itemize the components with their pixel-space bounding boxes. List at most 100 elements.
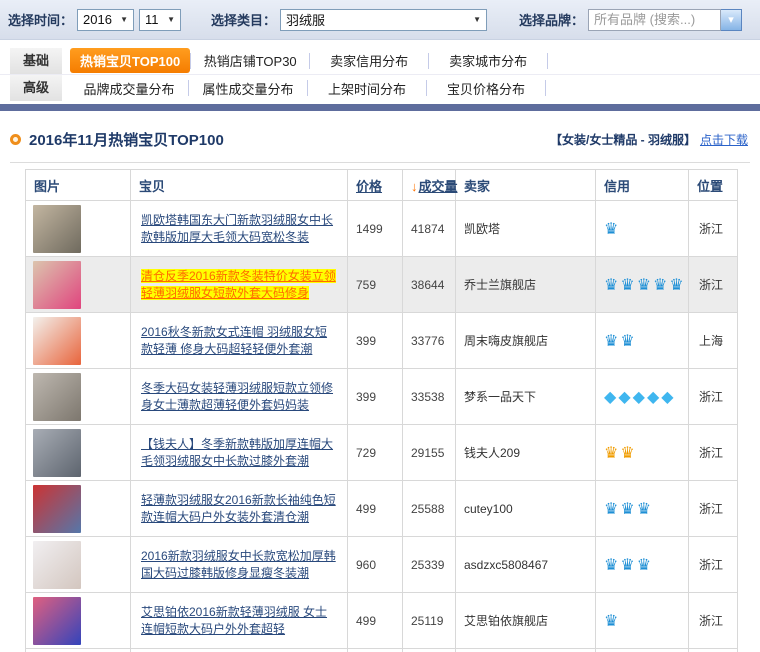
tab-hot-items-top100[interactable]: 热销宝贝TOP100 [70,48,190,73]
month-select[interactable]: 11 ▼ [139,9,181,31]
item-location: 浙江 [699,502,723,516]
sales-sort-link[interactable]: 成交量 [419,179,458,194]
crown-blue-icon: ♛ [620,277,634,294]
credit-cell: ♛♛♛ [596,537,689,593]
col-header-image: 图片 [26,170,131,201]
seller-name: asdzxc5808467 [464,558,548,572]
tab-seller-city-distribution[interactable]: 卖家城市分布 [429,48,547,73]
year-select[interactable]: 2016 ▼ [77,9,134,31]
item-title-link[interactable]: 【钱夫人】冬季新款韩版加厚连帽大毛领羽绒服女中长款过膝外套潮 [141,437,333,468]
item-title-link[interactable]: 轻薄款羽绒服女2016新款长袖纯色短款连帽大码户外女装外套清仓潮 [141,493,336,524]
category-breadcrumb: 【女装/女士精品 - 羽绒服】 [550,131,696,148]
table-row: 2016新款羽绒服女中长款宽松加厚韩国大码过膝韩版修身显瘦冬装潮 960 253… [26,537,738,593]
item-thumbnail[interactable] [33,541,81,589]
item-title-cell: 冬季大码女装轻薄羽绒服短款立领修身女士薄款超薄轻便外套妈妈装 [131,369,348,425]
item-image-cell [26,369,131,425]
seller-name: cutey100 [464,502,513,516]
download-link[interactable]: 点击下载 [700,131,748,148]
item-image-cell [26,649,131,652]
brand-dropdown-button[interactable]: ▾ [721,9,742,31]
tab-attribute-volume-distribution[interactable]: 属性成交量分布 [189,76,307,101]
crown-blue-icon: ♛ [637,557,651,574]
item-sales: 25119 [411,614,443,628]
item-title-link[interactable]: 清仓反季2016新款冬装特价女装立领轻薄羽绒服女短款外套大码修身 [141,269,336,300]
chevron-down-icon: ▼ [473,15,481,24]
crown-blue-icon: ♛ [604,557,618,574]
item-title-cell: 2016新款羽绒服女中长款宽松加厚韩国大码过膝韩版修身显瘦冬装潮 [131,537,348,593]
item-price: 399 [356,334,376,348]
credit-cell: ♛ [596,201,689,257]
credit-cell: ♛♛ [596,649,689,652]
location-cell: 浙江 [689,593,738,649]
tab-brand-volume-distribution[interactable]: 品牌成交量分布 [70,76,188,101]
item-title-link[interactable]: 凯欧塔韩国东大门新款羽绒服女中长款韩版加厚大毛领大码宽松冬装 [141,213,333,244]
item-title-cell: 艾思铂依2016新款轻薄羽绒服 女士连帽短款大码户外外套超轻 [131,593,348,649]
item-price-cell: 499 [348,481,403,537]
col-header-location: 位置 [689,170,738,201]
item-image-cell [26,313,131,369]
items-table-wrap: 图片 宝贝 价格 ↓成交量 卖家 信用 位置 凯欧塔韩国东大门新款羽绒服女中长款… [25,169,760,652]
col-header-sales: ↓成交量 [403,170,456,201]
page-title: 2016年11月热销宝贝TOP100 [29,129,224,150]
seller-name: 周末嗨皮旗舰店 [464,334,548,348]
location-cell: 浙江 [689,257,738,313]
item-price-cell [348,649,403,652]
chevron-down-icon: ▼ [120,15,128,24]
month-select-value: 11 [145,12,159,27]
table-row: 艾思铂依2016新款轻薄羽绒服 女士连帽短款大码户外外套超轻 499 25119… [26,593,738,649]
tab-hot-shops-top30[interactable]: 热销店铺TOP30 [191,48,309,73]
item-thumbnail[interactable] [33,429,81,477]
credit-cell: ♛♛♛♛♛ [596,257,689,313]
tab-listing-time-distribution[interactable]: 上架时间分布 [308,76,426,101]
table-row: 凯欧塔韩国东大门新款羽绒服女中长款韩版加厚大毛领大码宽松冬装 1499 4187… [26,201,738,257]
item-thumbnail[interactable] [33,205,81,253]
location-cell: 上海 [689,313,738,369]
item-price: 759 [356,278,376,292]
item-sales: 38644 [411,278,444,292]
seller-cell: 梦系一品天下 [456,369,596,425]
item-thumbnail[interactable] [33,485,81,533]
seller-cell: 周末嗨皮旗舰店 [456,313,596,369]
item-thumbnail[interactable] [33,261,81,309]
item-thumbnail[interactable] [33,373,81,421]
item-title-link[interactable]: 2016新款羽绒服女中长款宽松加厚韩国大码过膝韩版修身显瘦冬装潮 [141,549,336,580]
item-thumbnail[interactable] [33,597,81,645]
item-title-cell: 轻薄款羽绒服女2016新款长袖纯色短款连帽大码户外女装外套清仓潮 [131,481,348,537]
tab-separator [547,53,548,69]
seller-cell: cutey100 [456,481,596,537]
category-select[interactable]: 羽绒服 ▼ [280,9,487,31]
item-image-cell [26,257,131,313]
credit-cell: ♛♛ [596,425,689,481]
item-sales-cell: 33538 [403,369,456,425]
item-title-link[interactable]: 2016秋冬新款女式连帽 羽绒服女短款轻薄 修身大码超轻轻便外套潮 [141,325,327,356]
diamond-blue-icon: ◆ [604,389,616,406]
tab-separator [545,80,546,96]
crown-blue-icon: ♛ [604,501,618,518]
item-title-link[interactable]: 冬季大码女装轻薄羽绒服短款立领修身女士薄款超薄轻便外套妈妈装 [141,381,333,412]
credit-cell: ♛♛ [596,313,689,369]
seller-name: 凯欧塔 [464,222,500,236]
credit-icons: ♛♛♛ [604,559,653,573]
chevron-down-icon: ▼ [167,15,175,24]
item-title-cell: 茄甲2016新款韩版修身轻薄反季清仓羽绒服女短款连 [131,649,348,652]
credit-cell: ♛♛♛ [596,481,689,537]
item-price-cell: 399 [348,313,403,369]
category-filter-label: 选择类目： [211,10,276,29]
seller-cell [456,649,596,652]
item-price: 1499 [356,222,383,236]
item-sales: 41874 [411,222,444,236]
seller-cell: 钱夫人209 [456,425,596,481]
item-title-link[interactable]: 艾思铂依2016新款轻薄羽绒服 女士连帽短款大码户外外套超轻 [141,605,327,636]
item-image-cell [26,481,131,537]
item-sales: 25339 [411,558,444,572]
item-thumbnail[interactable] [33,317,81,365]
tab-seller-credit-distribution[interactable]: 卖家信用分布 [310,48,428,73]
credit-icons: ♛♛♛♛♛ [604,279,686,293]
brand-search-input[interactable] [588,9,721,31]
price-sort-link[interactable]: 价格 [356,179,382,194]
location-cell: 浙江 [689,369,738,425]
item-sales-cell: 25588 [403,481,456,537]
diamond-blue-icon: ◆ [618,389,630,406]
tab-item-price-distribution[interactable]: 宝贝价格分布 [427,76,545,101]
location-cell: 浙江 [689,537,738,593]
